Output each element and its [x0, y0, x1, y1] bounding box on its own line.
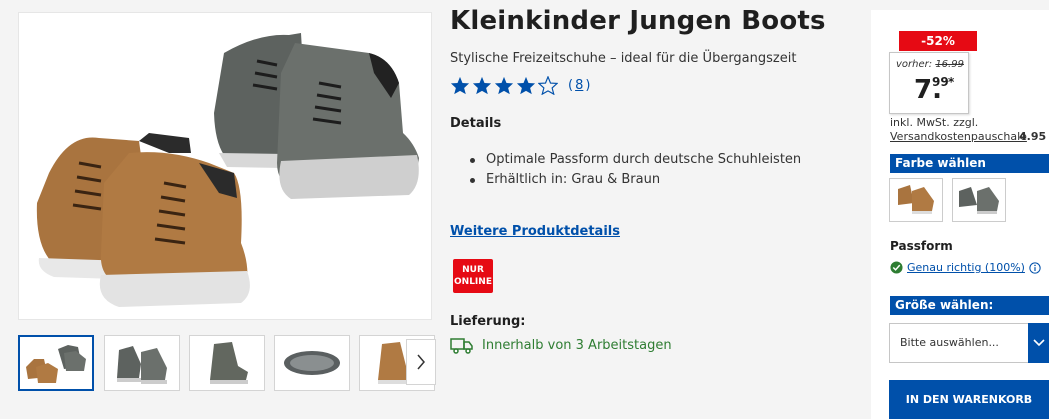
fit-value-link[interactable]: Genau richtig (100%) — [907, 261, 1025, 274]
rating-close-paren: ) — [585, 77, 591, 93]
rating-open-paren: ( — [568, 77, 574, 93]
details-item: Erhältlich in: Grau & Braun — [470, 170, 801, 190]
size-select-toggle[interactable] — [1028, 323, 1049, 363]
star-filled-icon — [516, 76, 536, 94]
check-circle-icon — [890, 261, 903, 274]
rating-count-link[interactable]: 8 — [575, 78, 583, 93]
size-heading: Größe wählen: — [890, 296, 1049, 315]
old-price: vorher: 16.99 — [896, 59, 964, 70]
color-heading: Farbe wählen — [890, 154, 1049, 173]
tax-note: inkl. MwSt. zzgl. — [890, 116, 979, 129]
delivery-text: Innerhalb von 3 Arbeitstagen — [482, 337, 672, 353]
star-filled-icon — [494, 76, 514, 94]
chevron-down-icon — [1033, 339, 1045, 347]
star-filled-icon — [472, 76, 492, 94]
online-only-badge: NUR ONLINE — [453, 259, 493, 293]
fit-info: Genau richtig (100%) — [890, 261, 1041, 274]
fit-heading: Passform — [890, 239, 953, 253]
thumbnail-4[interactable] — [274, 335, 350, 391]
color-swatch-brown[interactable] — [889, 178, 943, 222]
delivery-heading: Lieferung: — [450, 314, 526, 329]
thumbnail-next-button[interactable] — [406, 339, 436, 385]
thumbnail-strip — [18, 335, 438, 395]
online-badge-line2: ONLINE — [454, 277, 492, 287]
thumbnail-2[interactable] — [104, 335, 180, 391]
price-cents: 99 — [932, 75, 949, 89]
price-footnote-star: * — [948, 75, 955, 89]
discount-badge: -52% — [899, 31, 977, 51]
info-icon[interactable] — [1029, 261, 1041, 274]
details-list: Optimale Passform durch deutsche Schuhle… — [470, 150, 801, 190]
shipping-link[interactable]: Versandkostenpauschale — [890, 130, 1027, 143]
thumbnail-1[interactable] — [18, 335, 94, 391]
brown-boot-image — [36, 133, 250, 307]
rating[interactable]: ( 8 ) — [450, 74, 590, 96]
delivery-info: Innerhalb von 3 Arbeitstagen — [450, 336, 672, 354]
details-heading: Details — [450, 116, 502, 131]
shipping-info: Versandkostenpauschale 4.95 — [890, 130, 1046, 143]
star-filled-icon — [450, 76, 470, 94]
details-item: Optimale Passform durch deutsche Schuhle… — [470, 150, 801, 170]
shipping-price: 4.95 — [1019, 130, 1047, 143]
product-main-image[interactable] — [18, 12, 432, 320]
price-box: vorher: 16.99 7. 99 * — [889, 52, 969, 114]
thumbnail-3[interactable] — [189, 335, 265, 391]
add-to-cart-button[interactable]: IN DEN WARENKORB — [889, 380, 1049, 419]
product-title: Kleinkinder Jungen Boots — [450, 6, 826, 36]
more-details-link[interactable]: Weitere Produktdetails — [450, 224, 620, 239]
star-empty-icon — [538, 75, 558, 95]
truck-icon — [450, 338, 473, 354]
chevron-right-icon — [417, 354, 425, 370]
old-price-prefix: vorher: — [896, 59, 933, 70]
grey-boot-image — [214, 33, 419, 199]
size-select[interactable]: Bitte auswählen... — [889, 323, 1049, 363]
old-price-value: 16.99 — [935, 59, 964, 70]
size-select-placeholder: Bitte auswählen... — [900, 336, 999, 349]
online-badge-line1: NUR — [462, 265, 484, 275]
color-swatch-grey[interactable] — [952, 178, 1006, 222]
product-subtitle: Stylische Freizeitschuhe – ideal für die… — [450, 51, 797, 66]
